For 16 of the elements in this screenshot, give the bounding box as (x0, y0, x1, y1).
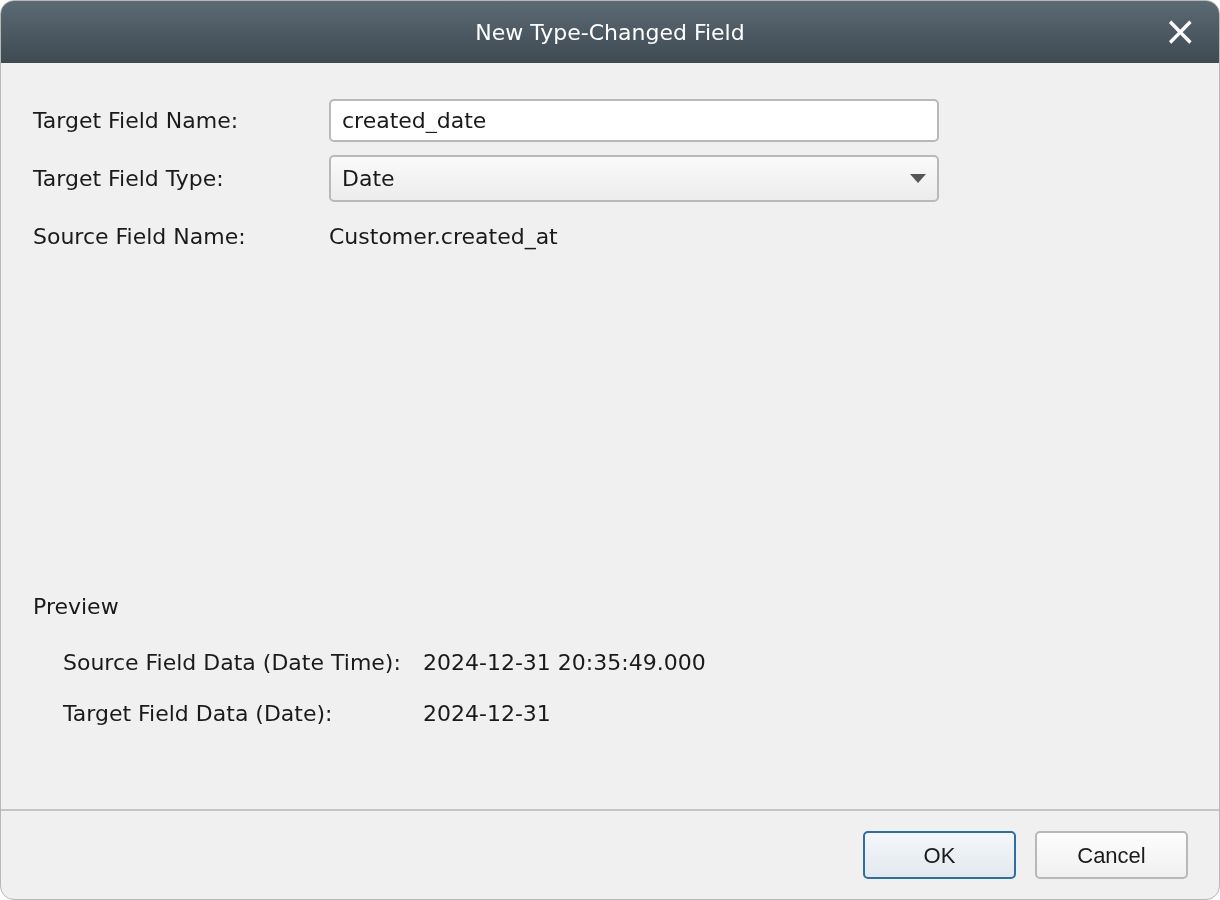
field-label: Target Field Name: (33, 106, 240, 135)
caret-icon (910, 173, 926, 183)
cancel-button[interactable]: Cancel (1035, 831, 1188, 879)
close-button[interactable]: × (1159, 9, 1201, 53)
ok-button[interactable]: OK (863, 831, 1016, 879)
field-value: Customer.created_at (329, 222, 558, 252)
preview-value: 2024-12-31 20:35:49.000 (423, 649, 706, 677)
field-label: Source Field Name: (33, 222, 247, 251)
preview-label: Target Field Data (Date): (63, 700, 334, 728)
field-label: Target Field Type: (33, 164, 225, 193)
window-title: New Type-Changed Field (475, 18, 745, 47)
section-title: Preview (33, 593, 120, 621)
preview-value: 2024-12-31 (423, 700, 551, 728)
preview-label: Source Field Data (Date Time): (63, 649, 402, 677)
type-dropdown[interactable]: Date (329, 154, 939, 202)
text-field[interactable]: created_date (329, 98, 939, 142)
